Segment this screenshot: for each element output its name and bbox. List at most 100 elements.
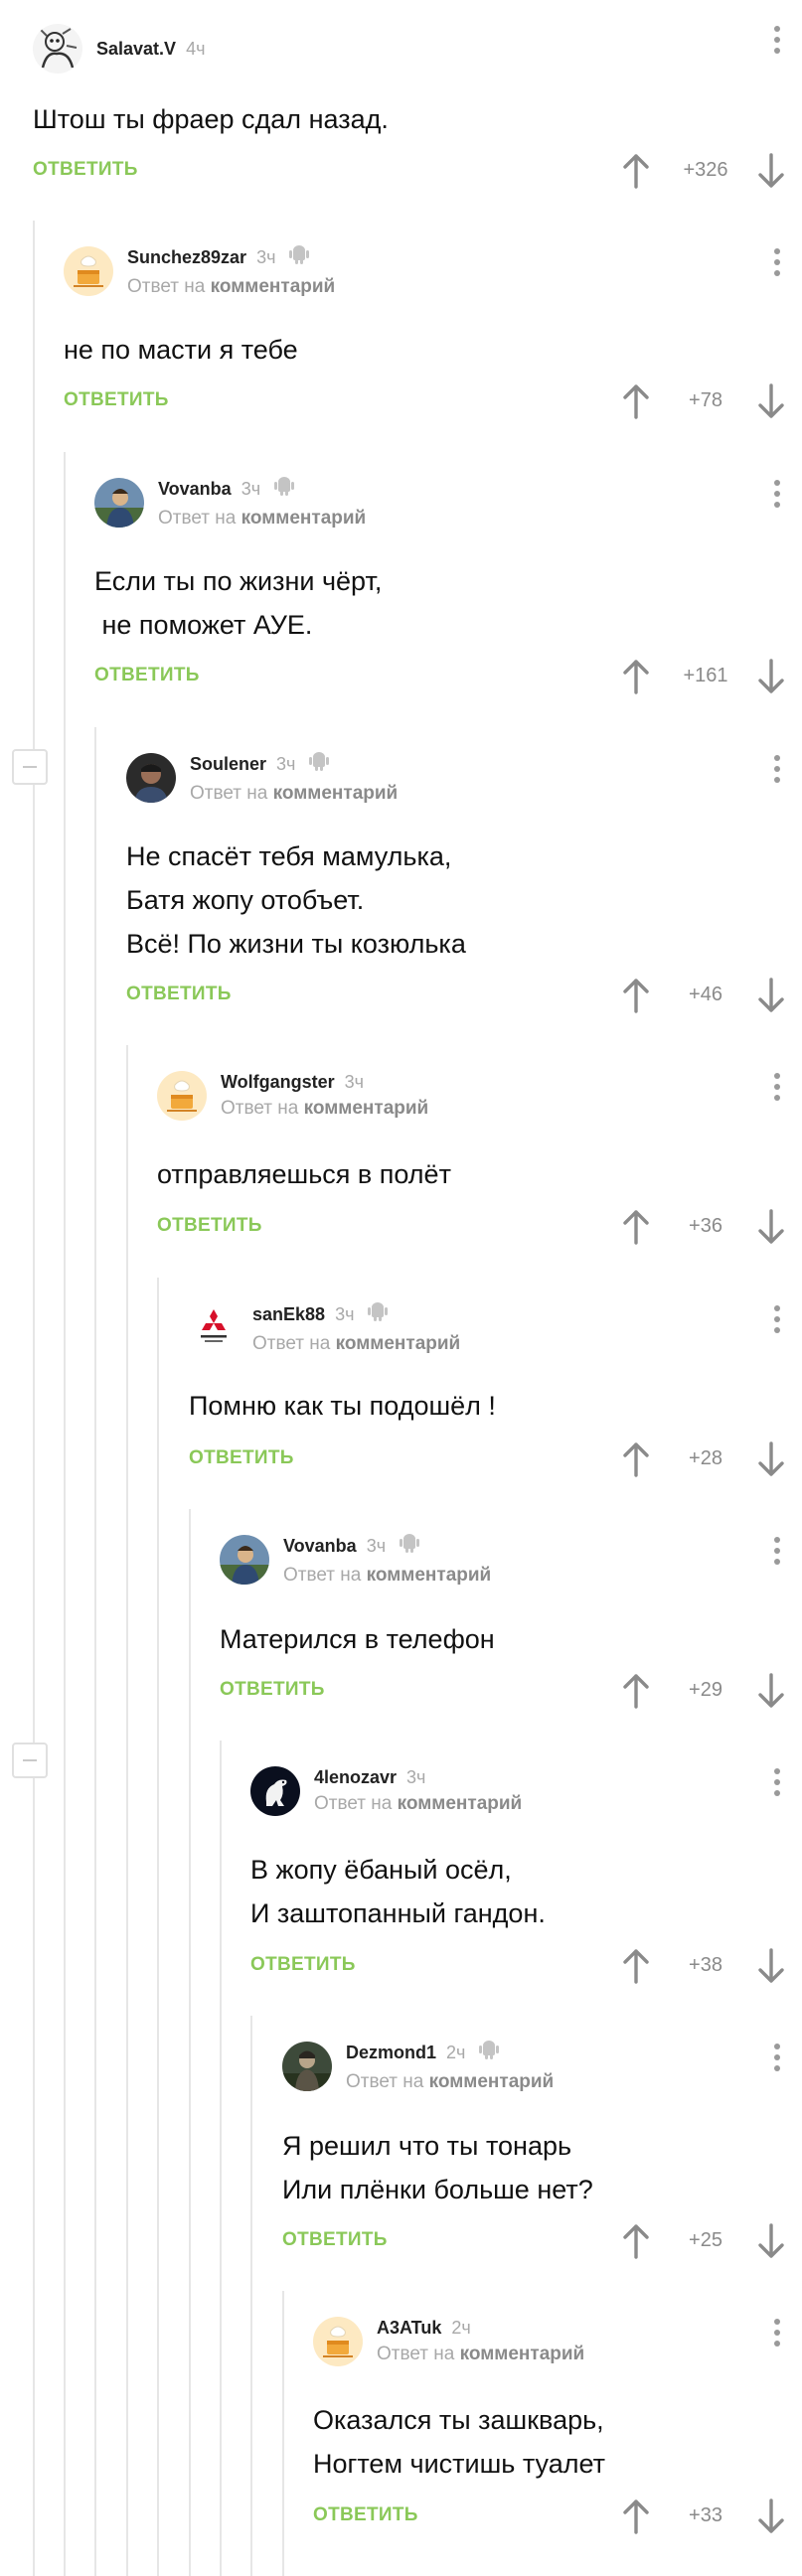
reply-target-link[interactable]: комментарий xyxy=(460,2344,585,2364)
android-icon xyxy=(274,475,295,503)
reply-button[interactable]: ОТВЕТИТЬ xyxy=(250,1954,356,1976)
comment-header: Wolfgangster 3ч Ответ на комментарий xyxy=(157,1069,428,1123)
reply-button[interactable]: ОТВЕТИТЬ xyxy=(157,1215,262,1237)
comment-text: не по масти я тебе xyxy=(64,335,298,365)
reply-to-info: Ответ на комментарий xyxy=(190,783,399,805)
more-vertical-icon[interactable] xyxy=(774,1537,780,1571)
mitsubishi-logo-avatar[interactable] xyxy=(189,1303,239,1353)
comment-header: Vovanba 3ч Ответ на комментарий xyxy=(220,1533,491,1587)
more-vertical-icon[interactable] xyxy=(774,1305,780,1339)
thread-line xyxy=(94,727,96,2576)
rating-value: +46 xyxy=(689,984,722,1005)
author-name[interactable]: Dezmond1 xyxy=(346,2042,436,2064)
reply-button[interactable]: ОТВЕТИТЬ xyxy=(94,665,200,686)
collapse-icon[interactable] xyxy=(12,749,48,785)
more-vertical-icon[interactable] xyxy=(774,2319,780,2352)
reply-target-link[interactable]: комментарий xyxy=(429,2071,555,2092)
author-name[interactable]: Salavat.V xyxy=(96,38,176,61)
comment-time: 3ч xyxy=(256,246,276,267)
arrow-down-icon[interactable] xyxy=(756,1673,786,1714)
arrow-down-icon[interactable] xyxy=(756,2499,786,2539)
comment-time: 3ч xyxy=(344,1071,365,1092)
android-icon xyxy=(309,750,330,778)
comment: Vovanba 3ч Ответ на комментарий xyxy=(220,1533,802,1713)
comment-header: sanEk88 3ч Ответ на комментарий xyxy=(189,1301,460,1355)
comment: Soulener 3ч Ответ на комментарий Не спас… xyxy=(126,751,802,1017)
reply-to-info: Ответ на комментарий xyxy=(221,1098,429,1120)
sketch-avatar[interactable] xyxy=(33,24,82,74)
reply-button[interactable]: ОТВЕТИТЬ xyxy=(282,2229,388,2251)
arrow-up-icon[interactable] xyxy=(621,2499,651,2539)
arrow-down-icon[interactable] xyxy=(756,383,786,424)
default-cake-avatar[interactable] xyxy=(157,1071,207,1121)
comment-text: Оказался ты зашкварь, Ногтем чистишь туа… xyxy=(313,2405,605,2479)
arrow-up-icon[interactable] xyxy=(621,1441,651,1482)
dinosaur-avatar[interactable] xyxy=(250,1766,300,1816)
collapse-icon[interactable] xyxy=(12,1743,48,1778)
rating-value: +28 xyxy=(689,1447,722,1469)
default-cake-avatar[interactable] xyxy=(64,246,113,296)
arrow-up-icon[interactable] xyxy=(621,1948,651,1989)
comment-time: 2ч xyxy=(446,2042,466,2062)
more-vertical-icon[interactable] xyxy=(774,26,780,60)
painting-avatar[interactable] xyxy=(220,1535,269,1585)
arrow-up-icon[interactable] xyxy=(621,2223,651,2264)
reply-target-link[interactable]: комментарий xyxy=(336,1333,461,1354)
reply-target-link[interactable]: комментарий xyxy=(241,508,367,529)
more-vertical-icon[interactable] xyxy=(774,248,780,282)
comment-actions: ОТВЕТИТЬ +46 xyxy=(126,978,802,1013)
author-name[interactable]: Vovanba xyxy=(283,1535,357,1558)
arrow-down-icon[interactable] xyxy=(756,1948,786,1989)
arrow-down-icon[interactable] xyxy=(756,2223,786,2264)
arrow-down-icon[interactable] xyxy=(756,978,786,1018)
author-name[interactable]: Soulener xyxy=(190,753,266,776)
author-name[interactable]: sanEk88 xyxy=(252,1303,325,1326)
more-vertical-icon[interactable] xyxy=(774,1073,780,1107)
reply-target-link[interactable]: комментарий xyxy=(367,1565,492,1586)
painting-avatar[interactable] xyxy=(94,478,144,528)
arrow-down-icon[interactable] xyxy=(756,659,786,699)
more-vertical-icon[interactable] xyxy=(774,480,780,514)
arrow-up-icon[interactable] xyxy=(621,978,651,1018)
author-name[interactable]: Wolfgangster xyxy=(221,1071,335,1094)
more-vertical-icon[interactable] xyxy=(774,2044,780,2077)
comment: 4lenozavr 3ч Ответ на комментарий В жопу… xyxy=(250,1764,802,1988)
author-name[interactable]: A3ATuk xyxy=(377,2317,441,2340)
rating-value: +38 xyxy=(689,1954,722,1976)
arrow-down-icon[interactable] xyxy=(756,1441,786,1482)
reply-target-link[interactable]: комментарий xyxy=(398,1793,523,1814)
reply-target-link[interactable]: комментарий xyxy=(273,783,399,804)
arrow-up-icon[interactable] xyxy=(621,1209,651,1250)
reply-button[interactable]: ОТВЕТИТЬ xyxy=(33,159,138,181)
arrow-up-icon[interactable] xyxy=(621,659,651,699)
default-cake-avatar[interactable] xyxy=(313,2317,363,2366)
comment-time: 3ч xyxy=(241,478,261,499)
arrow-up-icon[interactable] xyxy=(621,1673,651,1714)
android-icon xyxy=(479,2039,500,2066)
reply-button[interactable]: ОТВЕТИТЬ xyxy=(64,389,169,411)
author-name[interactable]: Sunchez89zar xyxy=(127,246,246,269)
arrow-up-icon[interactable] xyxy=(621,153,651,194)
arrow-up-icon[interactable] xyxy=(621,383,651,424)
comment-actions: ОТВЕТИТЬ +36 xyxy=(157,1209,802,1245)
author-name[interactable]: 4lenozavr xyxy=(314,1766,397,1789)
photo-avatar[interactable] xyxy=(126,753,176,803)
reply-target-link[interactable]: комментарий xyxy=(304,1098,429,1119)
reply-button[interactable]: ОТВЕТИТЬ xyxy=(220,1679,325,1701)
author-name[interactable]: Vovanba xyxy=(158,478,232,501)
comment-time: 3ч xyxy=(335,1303,355,1324)
reply-button[interactable]: ОТВЕТИТЬ xyxy=(189,1447,294,1469)
reply-target-link[interactable]: комментарий xyxy=(211,276,336,297)
game-character-avatar[interactable] xyxy=(282,2042,332,2091)
comment-time: 2ч xyxy=(451,2317,471,2338)
reply-button[interactable]: ОТВЕТИТЬ xyxy=(126,984,232,1005)
arrow-down-icon[interactable] xyxy=(756,1209,786,1250)
arrow-down-icon[interactable] xyxy=(756,153,786,194)
more-vertical-icon[interactable] xyxy=(774,755,780,789)
comment-header: Dezmond1 2ч Ответ на комментарий xyxy=(282,2040,554,2093)
reply-button[interactable]: ОТВЕТИТЬ xyxy=(313,2504,418,2526)
more-vertical-icon[interactable] xyxy=(774,1768,780,1802)
rating-value: +33 xyxy=(689,2504,722,2526)
comment-header: Soulener 3ч Ответ на комментарий xyxy=(126,751,398,805)
thread-line xyxy=(64,452,66,2576)
